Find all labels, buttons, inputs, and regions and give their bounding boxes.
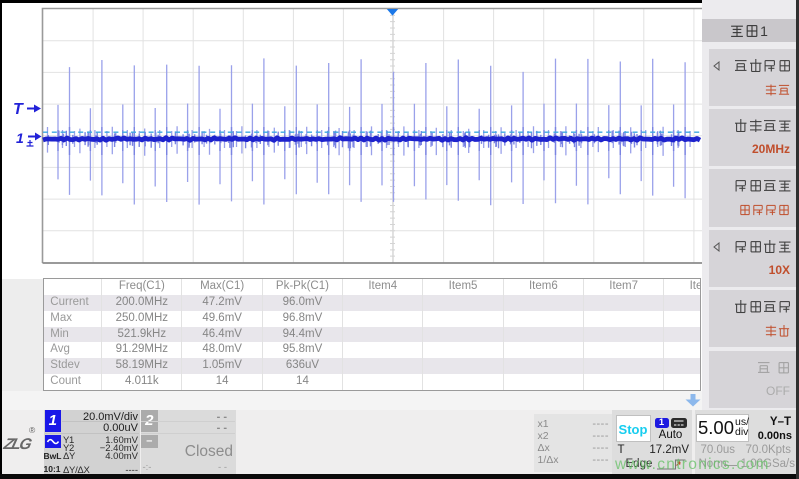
- svg-text:1: 1: [16, 130, 24, 146]
- svg-text:T: T: [13, 101, 24, 118]
